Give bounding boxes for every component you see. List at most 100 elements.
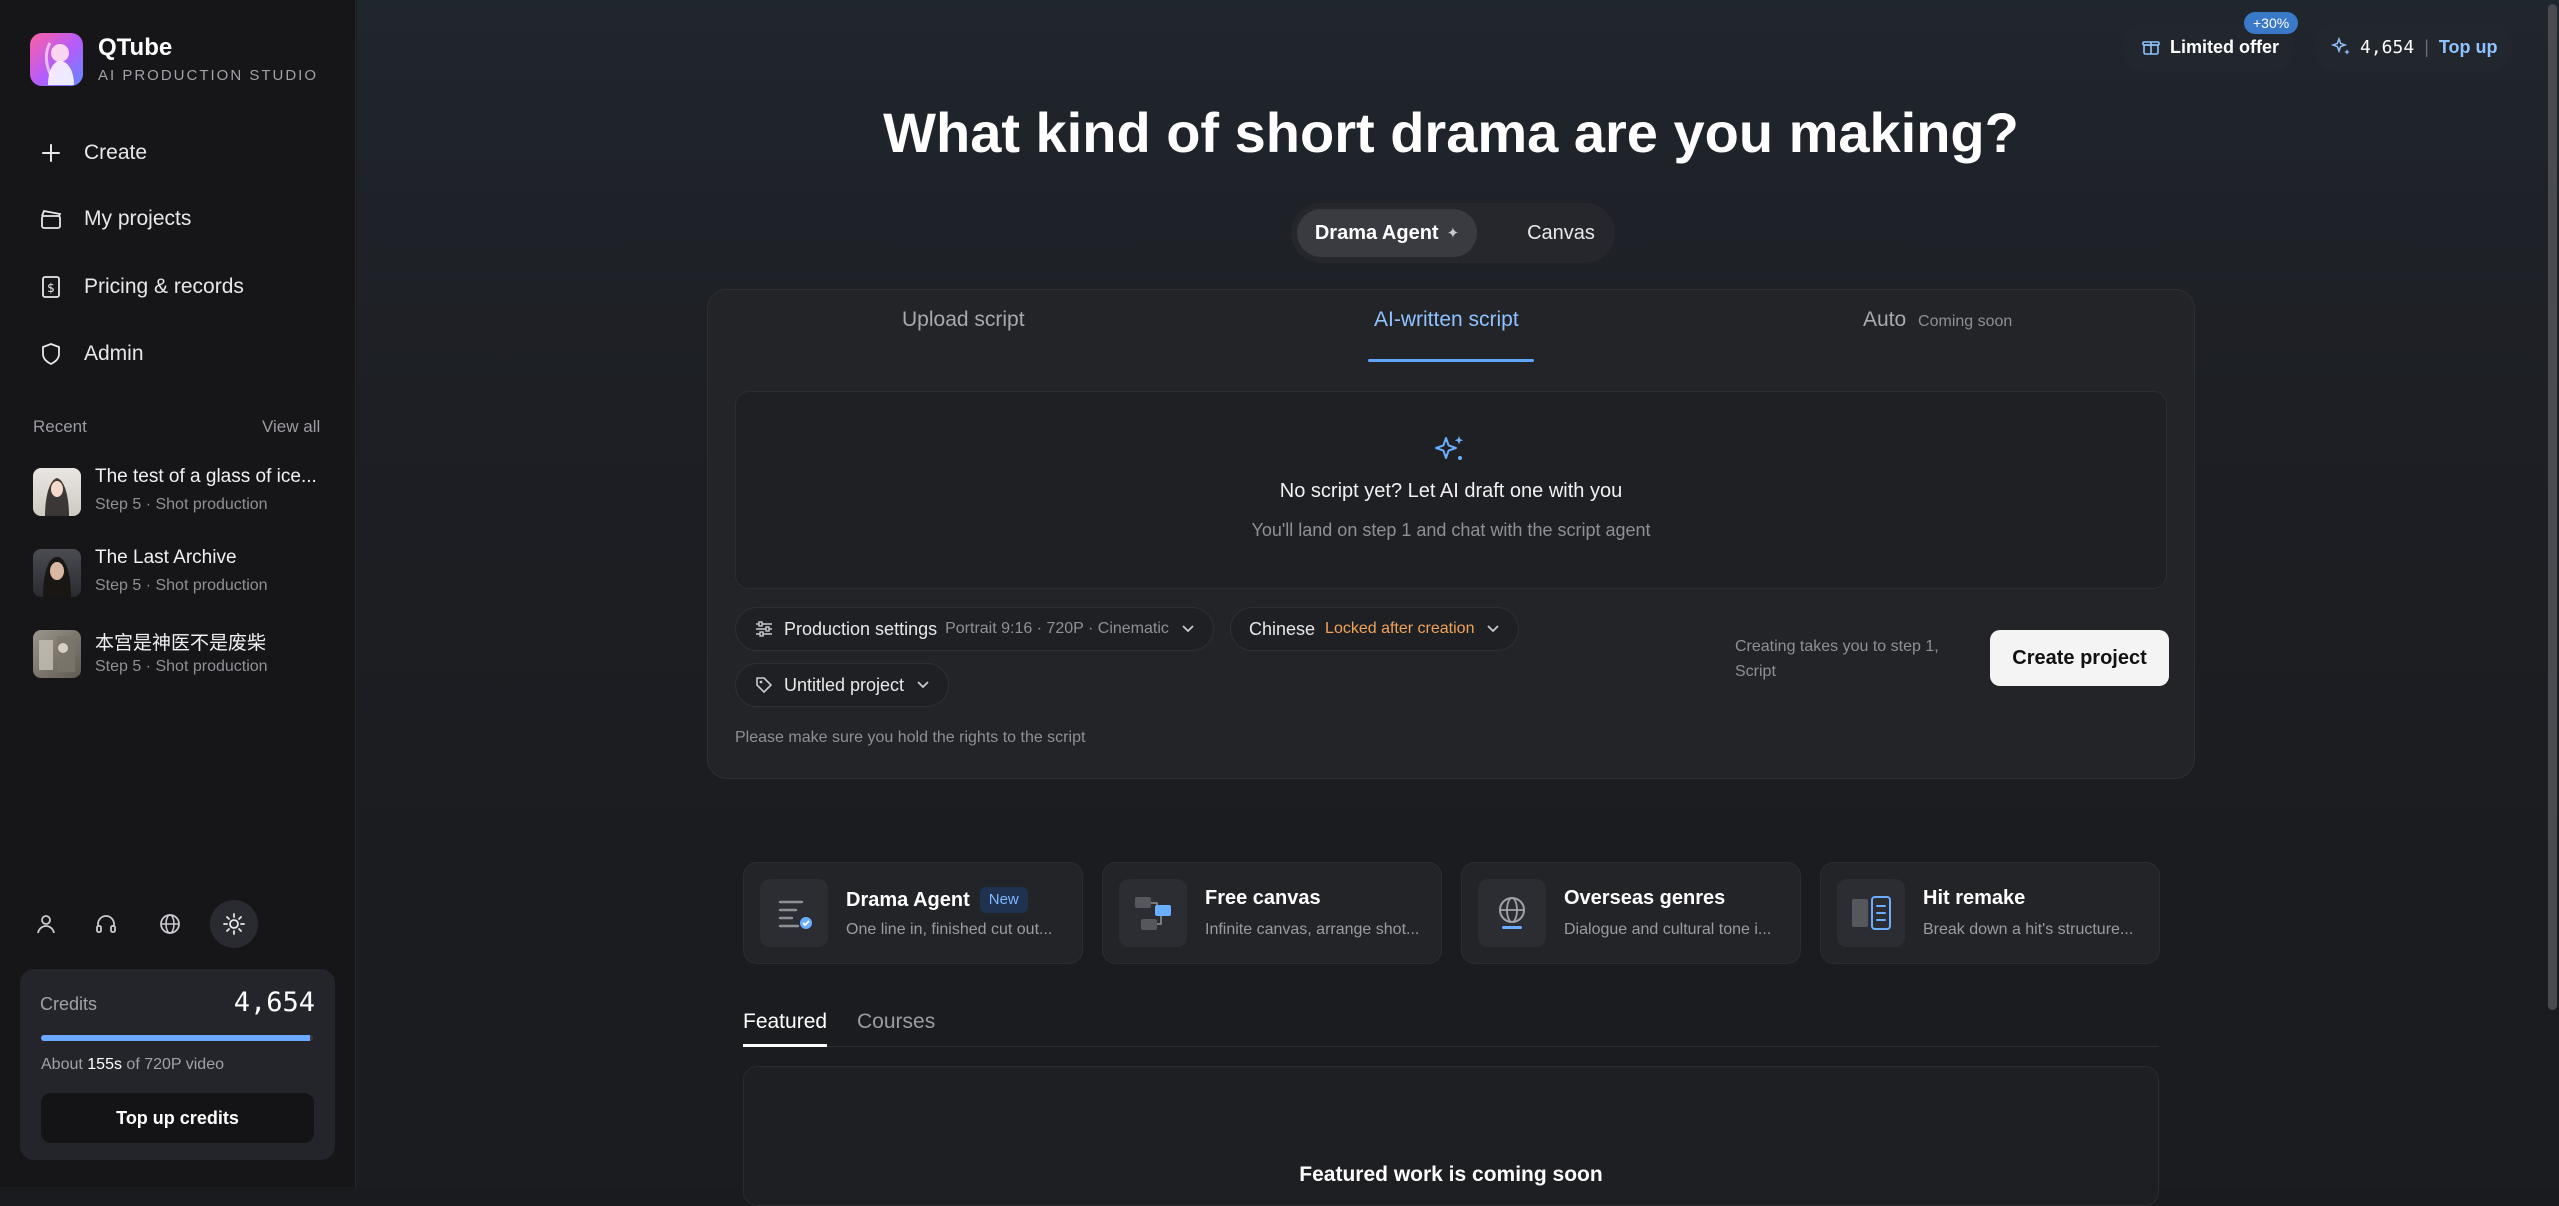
project-name-dropdown[interactable]: Untitled project <box>735 663 950 707</box>
support-button[interactable] <box>82 900 130 948</box>
credits-label: Credits <box>40 994 98 1014</box>
nav-pricing-label: Pricing & records <box>84 275 244 298</box>
chevron-down-icon <box>1182 625 1194 633</box>
nav-my-projects[interactable]: My projects <box>22 191 334 247</box>
credits-value: 4,654 <box>233 987 315 1018</box>
recent-item[interactable]: The test of a glass of ice... Step 5 · S… <box>33 464 333 518</box>
tab-auto[interactable]: Auto Coming soon <box>1863 308 2012 332</box>
credits-about: About 155s of 720P video <box>41 1056 224 1074</box>
chevron-down-icon <box>917 681 929 689</box>
language-dropdown[interactable]: Chinese Locked after creation <box>1230 607 1520 651</box>
sidebar: QTube AI PRODUCTION STUDIO Create My pro… <box>0 0 356 1187</box>
top-credits-pill: 4,654 | Top up <box>2314 22 2512 72</box>
recent-title: The Last Archive <box>95 547 237 568</box>
recent-item[interactable]: 本宫是神医不是废柴 Step 5 · Shot production <box>33 626 333 680</box>
tab-upload-script[interactable]: Upload script <box>902 308 1025 332</box>
plus-icon <box>38 140 64 166</box>
sparkle-small-icon: ✦ <box>1446 225 1460 242</box>
empty-script-area: No script yet? Let AI draft one with you… <box>735 391 2167 589</box>
offer-badge: +30% <box>2244 12 2299 34</box>
feature-description: Infinite canvas, arrange shot... <box>1205 921 1420 938</box>
feature-title: Drama Agent New <box>846 887 1028 913</box>
chevron-down-icon <box>1487 625 1500 633</box>
tab-ai-written-script[interactable]: AI-written script <box>1374 308 1519 332</box>
svg-text:$: $ <box>47 281 55 295</box>
user-icon <box>37 915 55 934</box>
mode-drama-agent[interactable]: Drama Agent ✦ <box>1297 209 1477 257</box>
top-up-link[interactable]: Top up <box>2439 37 2498 58</box>
recent-title: The test of a glass of ice... <box>95 466 317 487</box>
language-locked-note: Locked after creation <box>1325 620 1475 637</box>
language-button[interactable] <box>146 900 194 948</box>
ai-sparkle-icon <box>1435 436 1464 460</box>
mode-canvas[interactable]: Canvas <box>1521 209 1601 257</box>
nav-my-projects-label: My projects <box>84 207 192 230</box>
shield-icon <box>38 341 64 367</box>
recent-thumbnail <box>33 630 81 678</box>
featured-coming-soon: Featured work is coming soon <box>1299 1163 1603 1186</box>
coming-soon-label: Coming soon <box>1918 313 2013 330</box>
script-panel: Upload script AI-written script Auto Com… <box>707 289 2195 779</box>
globe-icon <box>160 914 180 934</box>
feature-title: Free canvas <box>1205 887 1321 909</box>
recent-title: 本宫是神医不是废柴 <box>95 633 267 654</box>
mode-switch: Drama Agent ✦ Canvas <box>1291 203 1615 263</box>
view-all-link[interactable]: View all <box>262 417 320 437</box>
mode-drama-agent-label: Drama Agent <box>1314 221 1439 244</box>
dollar-receipt-icon: $ <box>38 274 64 300</box>
create-project-button[interactable]: Create project <box>1990 630 2169 686</box>
feature-description: One line in, finished cut out... <box>846 921 1053 938</box>
top-credits-separator: | <box>2424 36 2429 57</box>
production-settings-dropdown[interactable]: Production settings Portrait 9:16 · 720P… <box>735 607 1214 651</box>
empty-script-subtitle: You'll land on step 1 and chat with the … <box>1251 520 1651 540</box>
create-note: Creating takes you to step 1, Script <box>1735 638 1939 680</box>
recent-heading: Recent <box>33 417 87 436</box>
recent-thumbnail <box>33 549 81 597</box>
tab-courses[interactable]: Courses <box>857 1010 935 1034</box>
project-name-label: Untitled project <box>784 674 905 695</box>
nav-pricing-records[interactable]: $ Pricing & records <box>22 259 334 315</box>
nav-admin-label: Admin <box>84 342 144 365</box>
scrollbar[interactable] <box>2548 4 2557 1010</box>
profile-button[interactable] <box>22 900 70 948</box>
featured-tab-indicator <box>743 1044 827 1047</box>
recent-step: Step 5 · Shot production <box>95 658 268 675</box>
limited-offer-label: Limited offer <box>2170 36 2280 57</box>
drama-agent-icon <box>760 879 828 947</box>
tab-featured[interactable]: Featured <box>743 1010 827 1034</box>
production-settings-value: Portrait 9:16 · 720P · Cinematic <box>945 620 1169 637</box>
production-settings-label: Production settings <box>784 618 938 639</box>
credits-about-suffix: of 720P video <box>126 1056 224 1073</box>
globe-genres-icon <box>1478 879 1546 947</box>
credits-progress-fill <box>41 1035 311 1041</box>
language-label: Chinese <box>1249 618 1316 639</box>
feature-title-text: Drama Agent <box>846 888 970 911</box>
brand-name: QTube <box>98 34 173 61</box>
tab-auto-label: Auto <box>1863 308 1907 331</box>
rights-note: Please make sure you hold the rights to … <box>735 729 1086 746</box>
canvas-nodes-icon <box>1119 879 1187 947</box>
qtube-logo[interactable] <box>30 33 83 86</box>
clapperboard-icon <box>38 206 64 232</box>
split-document-icon <box>1837 879 1905 947</box>
gift-icon <box>2142 41 2160 55</box>
feature-title: Overseas genres <box>1564 887 1726 909</box>
featured-area: Featured work is coming soon <box>743 1066 2159 1206</box>
theme-toggle-button[interactable] <box>210 900 258 948</box>
page-title: What kind of short drama are you making? <box>883 101 2019 164</box>
recent-thumbnail <box>33 468 81 516</box>
new-badge: New <box>979 887 1028 913</box>
feature-card-drama-agent[interactable]: Drama Agent New One line in, finished cu… <box>743 862 1083 964</box>
nav-create[interactable]: Create <box>22 125 334 181</box>
nav-admin[interactable]: Admin <box>22 326 334 382</box>
recent-item[interactable]: The Last Archive Step 5 · Shot productio… <box>33 545 333 599</box>
credits-about-amount: 155s <box>87 1056 122 1073</box>
recent-step: Step 5 · Shot production <box>95 496 268 513</box>
feature-card-hit-remake[interactable]: Hit remake Break down a hit's structure.… <box>1820 862 2160 964</box>
feature-card-free-canvas[interactable]: Free canvas Infinite canvas, arrange sho… <box>1102 862 1442 964</box>
recent-step: Step 5 · Shot production <box>95 577 268 594</box>
feature-card-overseas-genres[interactable]: Overseas genres Dialogue and cultural to… <box>1461 862 1801 964</box>
top-up-credits-button[interactable]: Top up credits <box>41 1093 314 1143</box>
empty-script-title: No script yet? Let AI draft one with you <box>1279 480 1623 502</box>
feature-description: Break down a hit's structure... <box>1923 921 2134 938</box>
